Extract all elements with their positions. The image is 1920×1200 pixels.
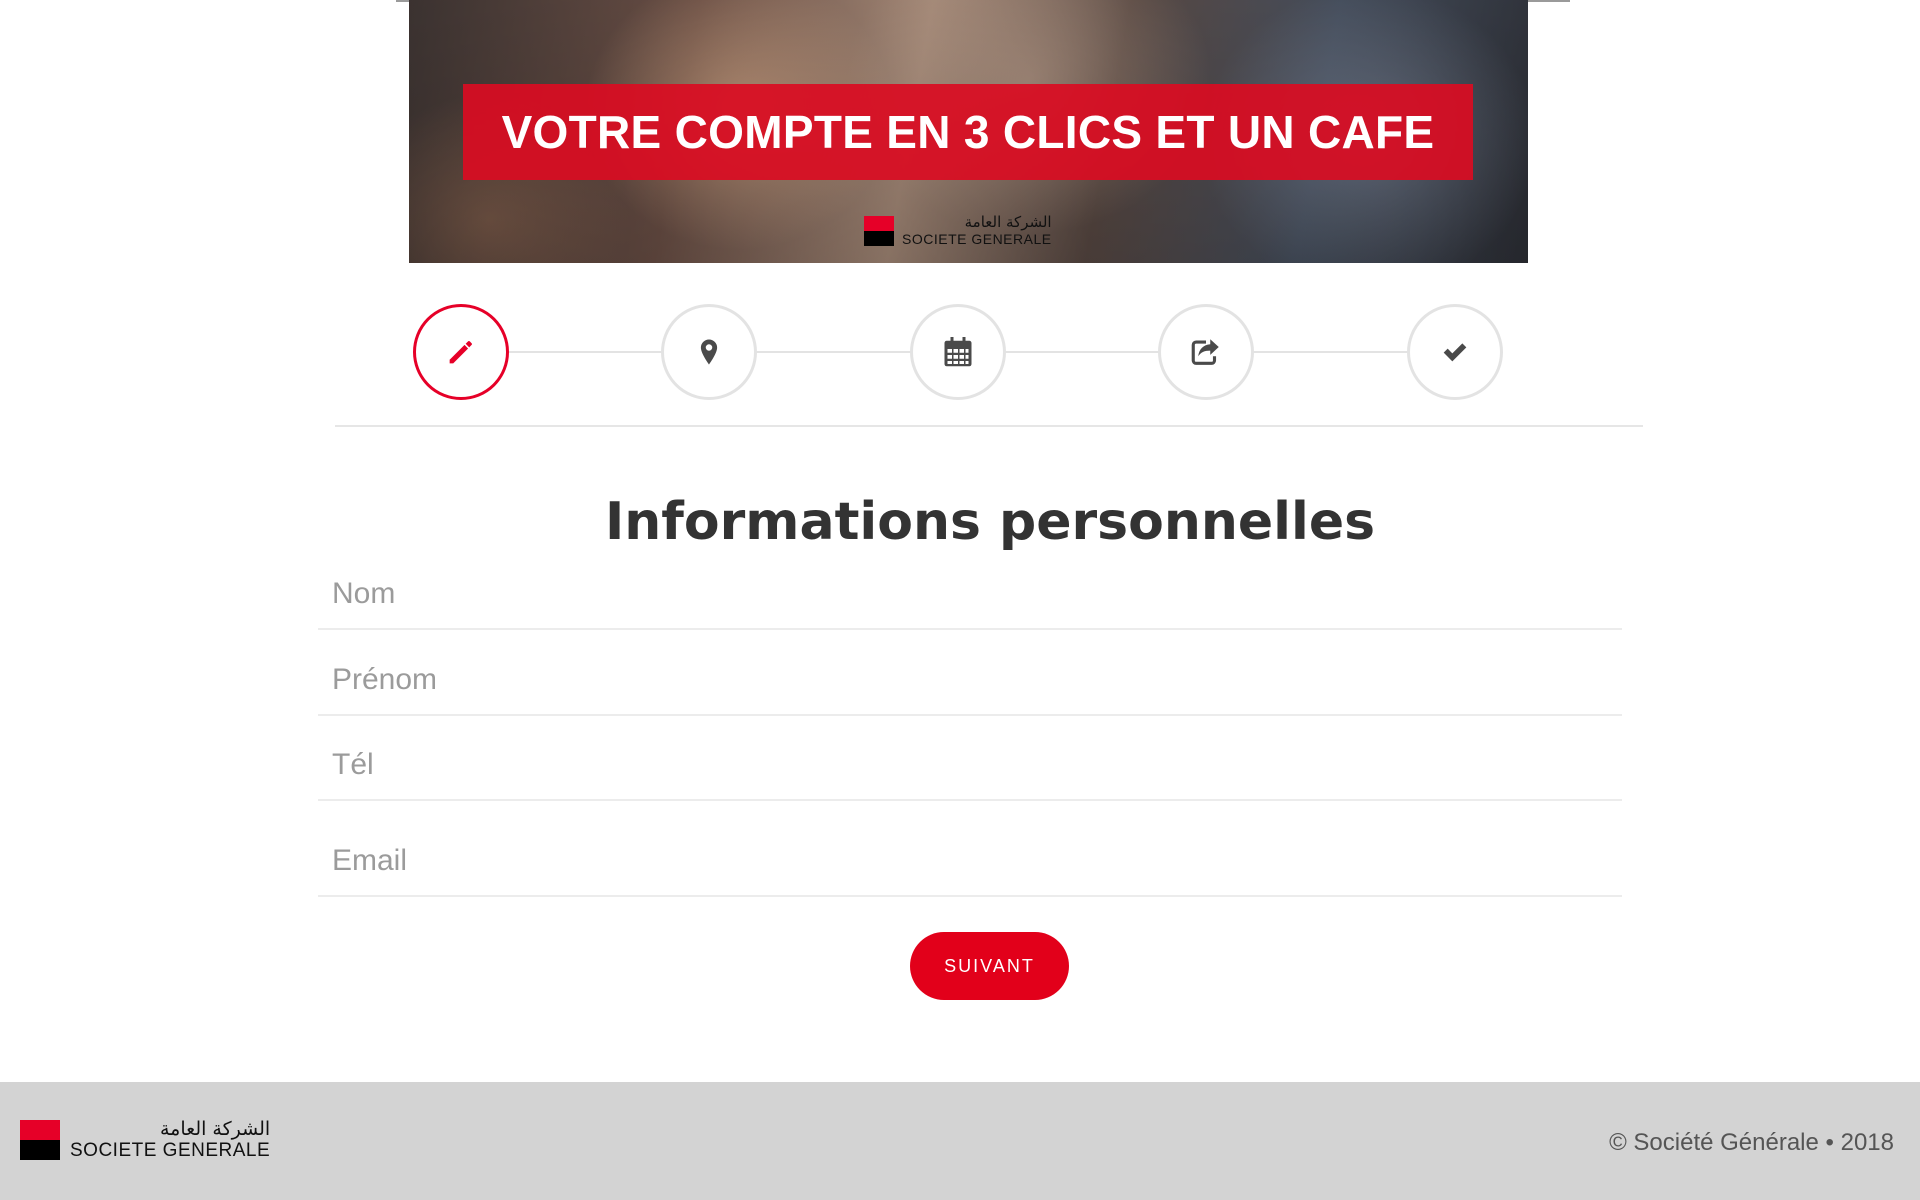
footer-logo-arabic: الشركة العامة	[160, 1118, 271, 1140]
nom-input[interactable]	[318, 560, 1622, 630]
societe-generale-logo-mark	[20, 1120, 60, 1160]
step-address[interactable]	[661, 304, 757, 400]
step-confirmation[interactable]	[1407, 304, 1503, 400]
societe-generale-logo-mark	[864, 215, 894, 246]
pencil-icon	[449, 341, 472, 364]
banner-headline: VOTRE COMPTE EN 3 CLICS ET UN CAFE	[463, 84, 1473, 180]
map-marker-icon	[700, 339, 718, 365]
calendar-icon	[944, 337, 972, 367]
stepper-divider	[335, 425, 1643, 427]
email-input[interactable]	[318, 827, 1622, 897]
copyright-text: © Société Générale • 2018	[1609, 1129, 1894, 1156]
next-button[interactable]: SUIVANT	[910, 932, 1069, 1000]
prenom-input[interactable]	[318, 646, 1622, 716]
form-title: Informations personnelles	[604, 492, 1376, 552]
progress-stepper	[413, 304, 1513, 400]
check-icon	[1443, 343, 1467, 362]
step-send[interactable]	[1158, 304, 1254, 400]
footer-logo-name: SOCIETE GENERALE	[70, 1140, 271, 1161]
step-personal-info[interactable]	[413, 304, 509, 400]
share-icon	[1191, 339, 1219, 365]
banner-logo-name: SOCIETE GENERALE	[902, 231, 1052, 247]
banner-logo: الشركة العامة SOCIETE GENERALE	[864, 215, 1052, 246]
step-appointment[interactable]	[910, 304, 1006, 400]
hero-banner: VOTRE COMPTE EN 3 CLICS ET UN CAFE الشرك…	[409, 0, 1528, 263]
footer-logo[interactable]: الشركة العامة SOCIETE GENERALE	[20, 1120, 270, 1160]
tel-input[interactable]	[318, 731, 1622, 801]
banner-logo-arabic: الشركة العامة	[964, 213, 1052, 231]
footer: الشركة العامة SOCIETE GENERALE © Société…	[0, 1082, 1920, 1200]
